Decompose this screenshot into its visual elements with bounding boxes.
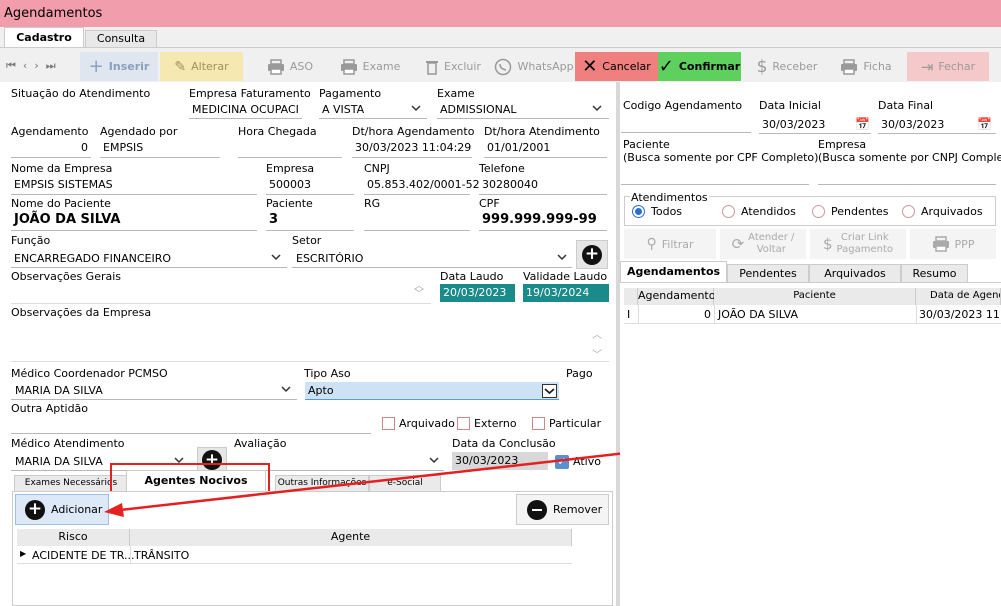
col-data-header[interactable]: Data de Agendar bbox=[916, 288, 1001, 305]
data-final-field[interactable]: 30/03/2023 bbox=[881, 118, 944, 131]
empresa-filter-hint: (Busca somente por CNPJ Completo) bbox=[818, 151, 1001, 164]
atender-voltar-button[interactable]: ⟳ Atender / Voltar bbox=[720, 229, 806, 259]
tab-pendentes[interactable]: Pendentes bbox=[727, 264, 809, 282]
paciente-filter-label: Paciente bbox=[623, 138, 670, 151]
criar-link-pagamento-button[interactable]: $ Criar Link Pagamento bbox=[810, 229, 906, 259]
filtrar-button[interactable]: ⚲ Filtrar bbox=[624, 229, 716, 259]
radio-pendentes-label: Pendentes bbox=[831, 205, 889, 218]
data-inicial-field[interactable]: 30/03/2023 bbox=[762, 118, 825, 131]
calendar-icon[interactable]: 📅 bbox=[977, 117, 992, 131]
data-final-label: Data Final bbox=[878, 99, 934, 112]
refresh-icon: ⟳ bbox=[731, 235, 745, 253]
radio-atendidos-label: Atendidos bbox=[741, 205, 796, 218]
tab-resumo[interactable]: Resumo bbox=[901, 264, 968, 282]
calendar-icon[interactable]: 📅 bbox=[855, 117, 870, 131]
data-inicial-label: Data Inicial bbox=[759, 99, 821, 112]
radio-atendidos[interactable] bbox=[722, 205, 735, 218]
printer-icon bbox=[932, 236, 949, 252]
dollar-icon: $ bbox=[822, 235, 833, 253]
codigo-label: Codigo Agendamento bbox=[623, 99, 743, 112]
table-row[interactable]: I 0 JOÃO DA SILVA 30/03/2023 11:0 bbox=[624, 305, 1001, 324]
radio-todos[interactable] bbox=[632, 205, 645, 218]
radio-arquivados-label: Arquivados bbox=[921, 205, 983, 218]
row-indicator-header bbox=[624, 288, 638, 305]
radio-pendentes[interactable] bbox=[812, 205, 825, 218]
tab-agendamentos[interactable]: Agendamentos bbox=[620, 261, 727, 282]
ppp-button[interactable]: PPP bbox=[910, 229, 996, 259]
tab-arquivados[interactable]: Arquivados bbox=[809, 264, 901, 282]
col-agendamento-header[interactable]: Agendamento bbox=[638, 288, 715, 305]
radio-todos-label: Todos bbox=[651, 205, 683, 218]
paciente-filter-hint: (Busca somente por CPF Completo) bbox=[623, 151, 819, 164]
radio-arquivados[interactable] bbox=[902, 205, 915, 218]
col-paciente-header[interactable]: Paciente bbox=[714, 288, 916, 305]
atendimentos-label: Atendimentos bbox=[630, 191, 709, 204]
search-icon: ⚲ bbox=[646, 236, 657, 252]
empresa-filter-label: Empresa bbox=[818, 138, 867, 151]
